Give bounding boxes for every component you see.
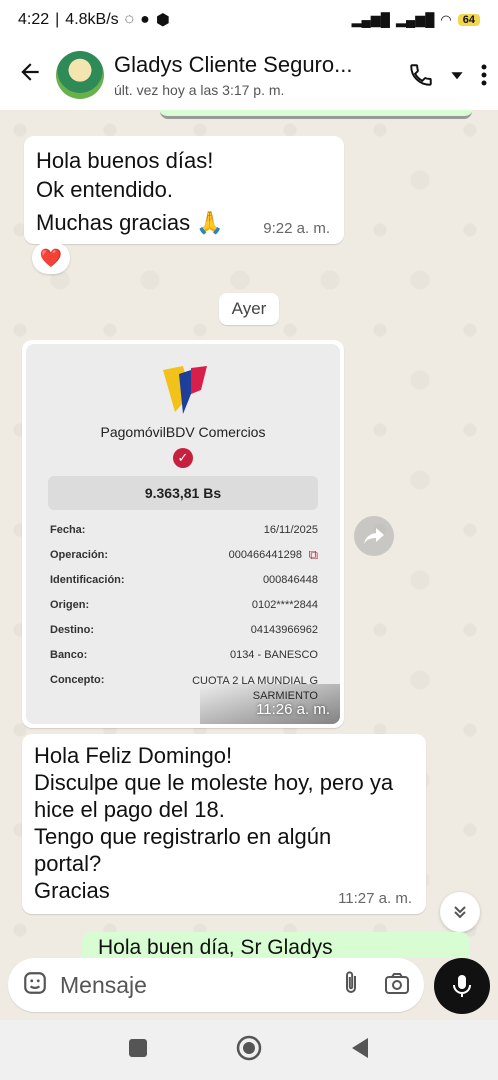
receipt-value: 000846448 [262,574,318,586]
voice-record-button[interactable] [434,958,490,1014]
chat-area[interactable]: Hola buenos días! Ok entendido. Muchas g… [0,110,498,958]
recents-button[interactable] [128,1038,148,1063]
scroll-down-button[interactable] [440,892,480,932]
header-actions [408,62,488,88]
contact-name: Gladys Cliente Seguro... [114,52,353,77]
call-dropdown-button[interactable] [450,68,464,82]
message-time: 11:26 a. m. [256,701,330,718]
status-time: 4:22 [18,11,50,28]
heart-reaction[interactable]: ❤️ [32,242,70,274]
camera-icon [385,972,409,994]
check-icon: ✓ [173,448,193,468]
outgoing-message[interactable]: Hola buen día, Sr Gladys [82,932,470,958]
message-line: Disculpe que le moleste hoy, pero ya [34,770,394,795]
last-seen: últ. vez hoy a las 3:17 p. m. [114,82,285,98]
receipt-key: Concepto: [50,674,105,686]
receipt-value: 000466441298 [228,549,302,561]
signal-2-icon: ▂▄▆█ [395,12,435,27]
status-speed: 4.8kB/s [65,11,119,28]
status-left: 4:22 | 4.8kB/s ◌ ● ⬢ [18,11,170,29]
double-chevron-down-icon [454,906,466,919]
sticker-icon [24,971,46,994]
message-line: Ok entendido. [36,177,173,202]
receipt-key: Operación: [50,549,109,561]
receipt-key: Banco: [50,649,88,661]
message-line: Tengo que registrarlo en algún [34,824,332,849]
circle-icon [236,1035,262,1060]
camera-button[interactable] [384,971,410,1000]
attach-button[interactable] [340,970,362,1001]
emoji-button[interactable] [22,970,48,1001]
message-time: 11:27 a. m. [338,890,412,907]
receipt-image[interactable]: PagomóvilBDV Comercios ✓ 9.363,81 Bs Fec… [26,344,340,724]
status-bar: 4:22 | 4.8kB/s ◌ ● ⬢ ▂▄▆█ ▂▄▆█ ◠ 64 [0,0,498,40]
menu-button[interactable] [480,63,488,87]
message-line: hice el pago del 18. [34,797,225,822]
system-nav-bar [0,1020,498,1080]
microphone-icon [453,975,471,997]
message-input[interactable]: Mensaje [8,958,424,1012]
receipt-brand: PagomóvilBDV Comercios [100,424,266,440]
receipt-value: 16/11/2025 [263,524,318,536]
shield-icon: ⬢ [155,12,170,29]
receipt-value: 0102****2844 [251,599,318,611]
message-placeholder: Mensaje [60,971,147,998]
home-button[interactable] [236,1035,262,1066]
incoming-message[interactable]: Hola buenos días! Ok entendido. Muchas g… [24,136,344,244]
message-time: 9:22 a. m. [263,220,330,237]
square-icon [129,1038,147,1057]
chat-notification-icon: ● [140,11,150,28]
status-right: ▂▄▆█ ▂▄▆█ ◠ 64 [352,12,480,28]
more-vertical-icon [481,64,487,86]
avatar[interactable] [56,51,104,99]
triangle-left-icon [352,1037,368,1058]
forward-button[interactable] [354,516,394,556]
phone-icon [410,64,432,86]
back-button[interactable] [10,59,50,92]
contact-info[interactable]: Gladys Cliente Seguro... últ. vez hoy a … [114,52,402,98]
battery-icon: 64 [457,14,480,26]
caret-down-icon [451,72,463,80]
receipt-key: Fecha: [50,524,86,536]
receipt-value: 04143966962 [250,624,318,636]
message-line: Hola Feliz Domingo! [34,743,233,768]
incoming-message[interactable]: Hola Feliz Domingo! Disculpe que le mole… [22,734,426,914]
receipt-value: 0134 - BANESCO [229,649,318,661]
receipt-key: Destino: [50,624,94,636]
receipt-amount: 9.363,81 Bs [48,476,318,510]
signal-icon: ▂▄▆█ [351,12,390,27]
arrow-left-icon [21,62,39,81]
wifi-icon: ◠ [440,12,452,27]
day-separator: Ayer [219,293,279,325]
receipt-key: Identificación: [50,574,125,586]
message-line: portal? [34,851,102,876]
paperclip-icon [346,970,356,993]
back-nav-button[interactable] [350,1037,370,1064]
message-line: Hola buenos días! [36,148,214,173]
pagomovil-logo [163,366,207,414]
copy-icon[interactable]: ⧉ [309,547,318,563]
message-text: Hola buen día, Sr Gladys [98,936,333,958]
receipt-key: Origen: [50,599,90,611]
image-message[interactable]: PagomóvilBDV Comercios ✓ 9.363,81 Bs Fec… [22,340,344,728]
whatsapp-notification-icon: ◌ [124,11,135,28]
chat-header: Gladys Cliente Seguro... últ. vez hoy a … [0,40,498,110]
forward-icon [364,528,384,544]
previous-outgoing-message[interactable] [160,110,472,119]
composer: Mensaje [0,958,498,1020]
call-button[interactable] [408,62,434,88]
